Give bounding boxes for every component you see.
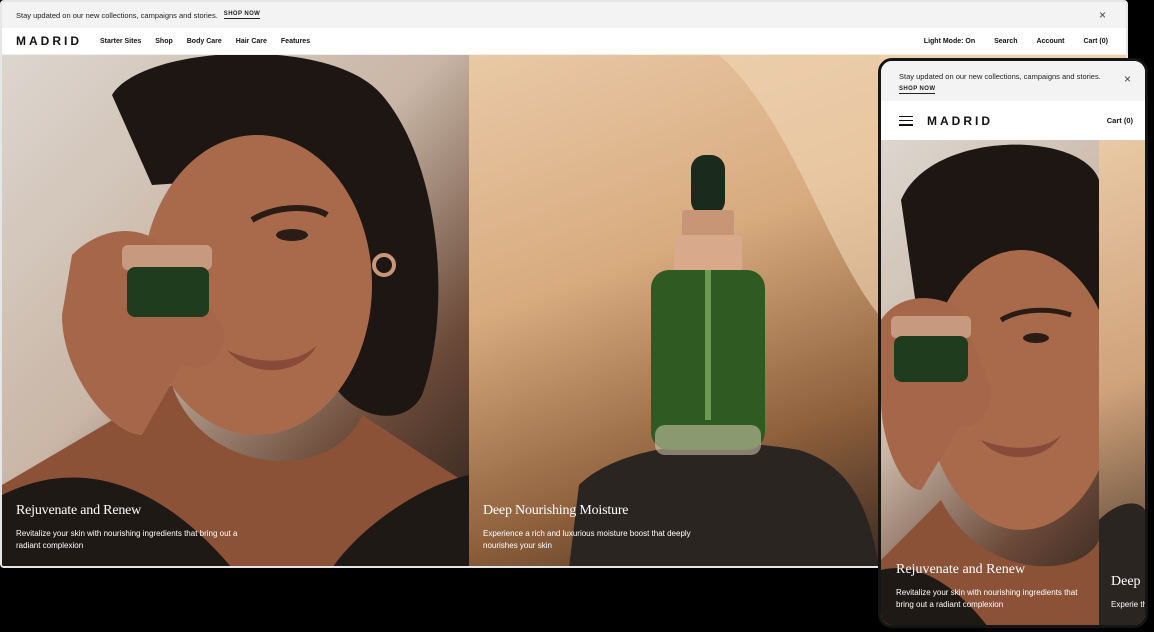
account-link[interactable]: Account [1036,38,1064,45]
light-mode-toggle[interactable]: Light Mode: On [924,38,975,45]
site-logo[interactable]: MADRID [16,34,82,48]
close-icon[interactable]: × [1124,72,1131,86]
hero-slide-rejuvenate[interactable]: Rejuvenate and Renew Revitalize your ski… [2,55,469,566]
search-link[interactable]: Search [994,38,1017,45]
serum-bottle-image [569,55,879,566]
nav-item-starter-sites[interactable]: Starter Sites [100,38,141,45]
mobile-navigation: MADRID Cart (0) [881,101,1145,140]
hamburger-icon[interactable] [899,115,913,126]
mobile-device-frame: Stay updated on our new collections, cam… [878,58,1148,628]
slide-title: Rejuvenate and Renew [16,503,142,518]
hero-caption: Deep Nourishing Moisture Experience a ri… [483,503,723,552]
nav-menu: Starter Sites Shop Body Care Hair Care F… [100,38,310,45]
nav-item-features[interactable]: Features [281,38,310,45]
shop-now-link[interactable]: SHOP NOW [223,11,261,19]
nav-item-shop[interactable]: Shop [155,38,173,45]
portrait-image [2,55,469,566]
hero-caption: Deep Experie that de [1111,574,1145,611]
announcement-bar: Stay updated on our new collections, cam… [2,2,1126,28]
hero-slider: Rejuvenate and Renew Revitalize your ski… [881,140,1145,625]
nav-item-hair-care[interactable]: Hair Care [236,38,267,45]
close-icon[interactable]: × [1099,8,1106,22]
hero-caption: Rejuvenate and Renew Revitalize your ski… [896,562,1091,611]
slide-description: Experie that de [1111,600,1145,609]
cart-link[interactable]: Cart (0) [1083,38,1108,45]
main-navigation: MADRID Starter Sites Shop Body Care Hair… [2,28,1126,55]
slide-description: Revitalize your skin with nourishing ing… [896,588,1078,609]
shop-now-link[interactable]: SHOP NOW [899,86,936,94]
hero-slide-peek[interactable]: Deep Experie that de [1099,140,1145,625]
hero-caption: Rejuvenate and Renew Revitalize your ski… [16,503,256,552]
cart-link[interactable]: Cart (0) [1107,116,1133,125]
announcement-text: Stay updated on our new collections, cam… [899,72,1101,81]
slide-title: Deep Nourishing Moisture [483,503,629,518]
slide-description: Experience a rich and luxurious moisture… [483,529,691,550]
slide-title: Rejuvenate and Renew [896,562,1026,577]
serum-bottle-image [1099,503,1145,625]
slide-title: Deep [1111,574,1141,589]
hero-slide-moisture[interactable]: Deep Nourishing Moisture Experience a ri… [469,55,879,566]
slide-description: Revitalize your skin with nourishing ing… [16,529,238,550]
announcement-text: Stay updated on our new collections, cam… [16,10,218,20]
nav-utilities: Light Mode: On Search Account Cart (0) [924,28,1108,55]
site-logo[interactable]: MADRID [927,114,993,128]
nav-item-body-care[interactable]: Body Care [187,38,222,45]
announcement-bar: Stay updated on our new collections, cam… [881,61,1145,101]
portrait-image [881,144,1099,625]
hero-slide-rejuvenate[interactable]: Rejuvenate and Renew Revitalize your ski… [881,140,1099,625]
